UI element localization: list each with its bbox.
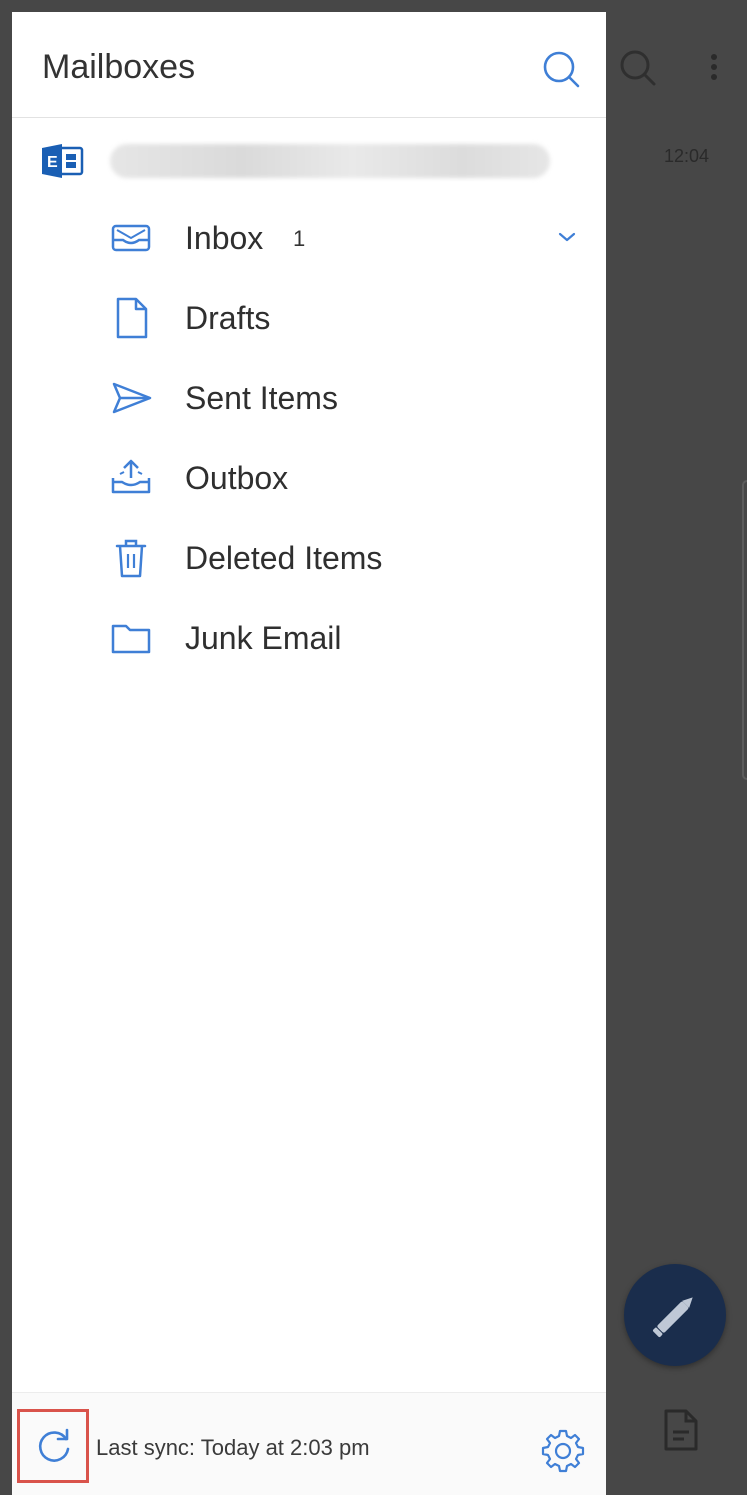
account-name (110, 144, 550, 178)
folder-label: Sent Items (185, 380, 338, 416)
trash-icon (108, 536, 154, 580)
folder-label: Drafts (185, 300, 271, 336)
search-icon[interactable] (618, 48, 658, 88)
refresh-button[interactable] (17, 1409, 89, 1483)
folder-drafts[interactable]: Drafts (12, 283, 606, 353)
search-icon[interactable] (540, 48, 582, 90)
message-card-edge (742, 480, 747, 780)
exchange-icon: E (40, 142, 84, 180)
pencil-icon (652, 1297, 693, 1338)
folder-sent-items[interactable]: Sent Items (12, 363, 606, 433)
folder-icon (108, 616, 154, 660)
folder-label: Inbox (185, 220, 264, 256)
folder-deleted-items[interactable]: Deleted Items (12, 523, 606, 593)
refresh-icon (38, 1428, 70, 1462)
svg-text:E: E (47, 154, 58, 171)
drawer-title: Mailboxes (42, 48, 196, 86)
folder-outbox[interactable]: Outbox (12, 443, 606, 513)
folder-inbox[interactable]: Inbox 1 (12, 203, 606, 273)
outbox-icon (108, 456, 154, 500)
mailboxes-drawer: Mailboxes E Inbox 1 Drafts Sent Items Ou… (12, 12, 606, 1495)
drawer-footer: Last sync: Today at 2:03 pm (12, 1392, 606, 1495)
chevron-down-icon[interactable] (556, 227, 578, 247)
drawer-header: Mailboxes (12, 12, 606, 118)
gear-icon[interactable] (540, 1427, 586, 1473)
compose-button[interactable] (624, 1264, 726, 1366)
folder-label: Junk Email (185, 620, 342, 656)
inbox-icon (108, 216, 154, 260)
last-sync-status: Last sync: Today at 2:03 pm (96, 1435, 370, 1460)
account-row[interactable]: E (12, 130, 606, 194)
document-icon[interactable] (660, 1408, 700, 1452)
folder-junk-email[interactable]: Junk Email (12, 603, 606, 673)
message-time: 12:04 (664, 146, 710, 166)
folder-label: Deleted Items (185, 540, 383, 576)
unread-count-badge: 1 (293, 226, 306, 251)
send-icon (108, 376, 154, 420)
overflow-menu-icon[interactable] (708, 50, 720, 84)
draft-document-icon (108, 296, 154, 340)
folder-label: Outbox (185, 460, 289, 496)
